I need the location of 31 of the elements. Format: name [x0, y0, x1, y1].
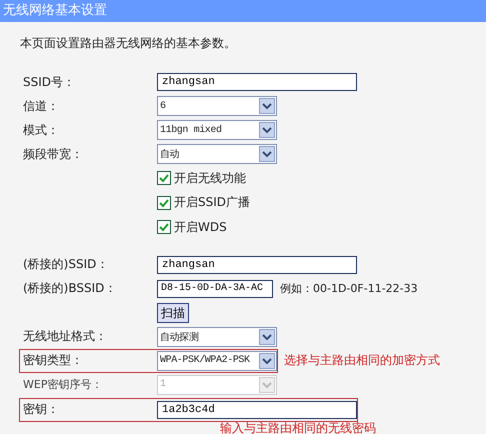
dropdown[interactable]: WPA-PSK/WPA2-PSK — [157, 350, 277, 370]
field-label: WEP密钥序号： — [22, 377, 104, 392]
field-label: 无线地址格式： — [22, 328, 108, 345]
text-field[interactable]: zhangsan — [157, 256, 357, 274]
annotation-text: 选择与主路由相同的加密方式 — [284, 352, 440, 369]
checkbox-option[interactable]: 开启无线功能 — [157, 170, 246, 187]
checkbox[interactable] — [157, 196, 171, 210]
page-title: 无线网络基本设置 — [0, 0, 486, 22]
field-label: 模式： — [22, 122, 60, 138]
checkbox-option[interactable]: 开启WDS — [157, 218, 227, 236]
field-label: 频段带宽： — [22, 146, 84, 162]
text-field[interactable]: zhangsan — [157, 73, 357, 91]
text-field[interactable]: 1a2b3c4d — [157, 400, 357, 418]
field-label: (桥接的)SSID： — [22, 256, 110, 273]
checkbox-option[interactable]: 开启SSID广播 — [157, 194, 250, 212]
dropdown[interactable]: 11bgn mixed — [157, 120, 277, 140]
dropdown[interactable]: 自动探测 — [157, 326, 277, 346]
hint-text: 例如：00-1D-0F-11-22-33 — [280, 281, 418, 296]
field-label: 密钥： — [22, 401, 60, 418]
field-label: (桥接的)BSSID： — [22, 280, 118, 297]
field-label: SSID号： — [22, 74, 76, 90]
checkbox[interactable] — [157, 171, 171, 186]
description-text: 本页面设置路由器无线网络的基本参数。 — [20, 35, 237, 52]
annotation-text: 输入与主路由相同的无线密码 — [220, 420, 376, 434]
dropdown[interactable]: 自动 — [157, 144, 277, 164]
dropdown[interactable]: 6 — [157, 96, 277, 116]
checkbox[interactable] — [157, 220, 171, 234]
field-label: 密钥类型： — [22, 352, 84, 369]
scan-button[interactable]: 扫描 — [157, 302, 189, 322]
text-field[interactable]: D8-15-0D-DA-3A-AC — [157, 280, 273, 298]
field-label: 信道： — [22, 98, 60, 114]
